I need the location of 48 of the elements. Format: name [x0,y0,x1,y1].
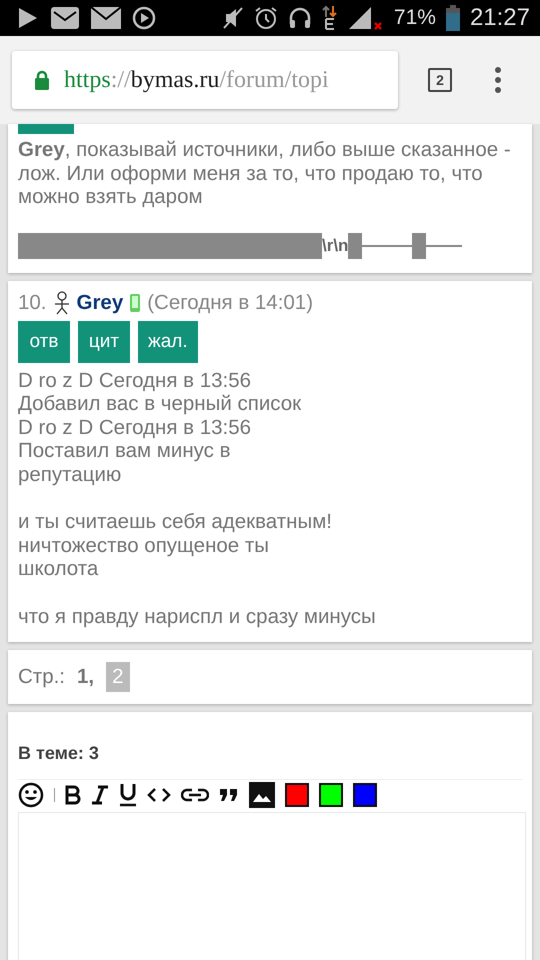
color-swatch[interactable] [353,783,377,807]
underline-icon[interactable] [119,783,137,807]
battery-percent: 71% [394,6,436,30]
play-circle-icon [132,6,156,30]
pages-label: Стр.: [18,665,65,688]
data-arrows-icon [322,5,338,31]
bold-icon[interactable] [65,785,81,805]
post-text: и ты считаешь себя адекватным! [18,510,333,534]
alarm-icon [254,6,278,30]
post-text: ничтожество опущеное ты [18,534,270,557]
tab-count-button[interactable]: 2 [428,68,452,92]
clock-time: 21:27 [470,4,530,32]
escape-text: \r\n [322,234,348,257]
image-icon[interactable] [249,782,275,808]
topic-count: В теме: 3 [18,742,100,764]
post-text: Grey, показывай источники, либо выше сказанное - лож. Или оформи меня за то, что продаю то, что можно взять даром [18,138,512,208]
smiley-icon[interactable] [18,782,44,808]
post-text: репутацию [18,462,122,486]
address-bar[interactable]: https://bymas.ru/forum/topi [12,51,398,109]
page-link[interactable]: 1, [71,662,100,692]
post-text: что я правду нариспл и сразу минусы [18,604,377,628]
post-text: D ro z D Сегодня в 13:56 [18,416,252,439]
post-text: D ro z D Сегодня в 13:56 [18,368,252,392]
action-button[interactable]: жал. [138,320,198,362]
post-number: 10. [18,290,46,314]
action-button[interactable]: цит [78,320,130,362]
stick-figure-icon [52,290,70,314]
post-text: Поставил вам минус в [18,439,232,462]
post-text: школота [18,557,100,580]
battery-icon [446,5,460,31]
post-text: Добавил вас в черный список [18,392,302,416]
mail-icon [90,6,122,30]
italic-icon[interactable] [91,785,109,805]
mail-icon [50,6,80,30]
color-swatch[interactable] [319,783,343,807]
code-icon[interactable] [147,787,171,803]
link-icon[interactable] [181,788,209,802]
muted-speaker-icon [222,6,244,30]
author-link[interactable]: Grey [76,290,124,314]
color-swatch[interactable] [285,783,309,807]
lock-icon [34,70,50,90]
post-time: (Сегодня в 14:01) [147,290,314,314]
phone-icon [129,292,142,312]
menu-icon[interactable] [494,67,502,93]
action-button[interactable]: отв [18,320,70,362]
signal-icon [348,5,384,31]
quote-icon[interactable] [219,788,239,802]
headphones-icon [288,6,312,30]
